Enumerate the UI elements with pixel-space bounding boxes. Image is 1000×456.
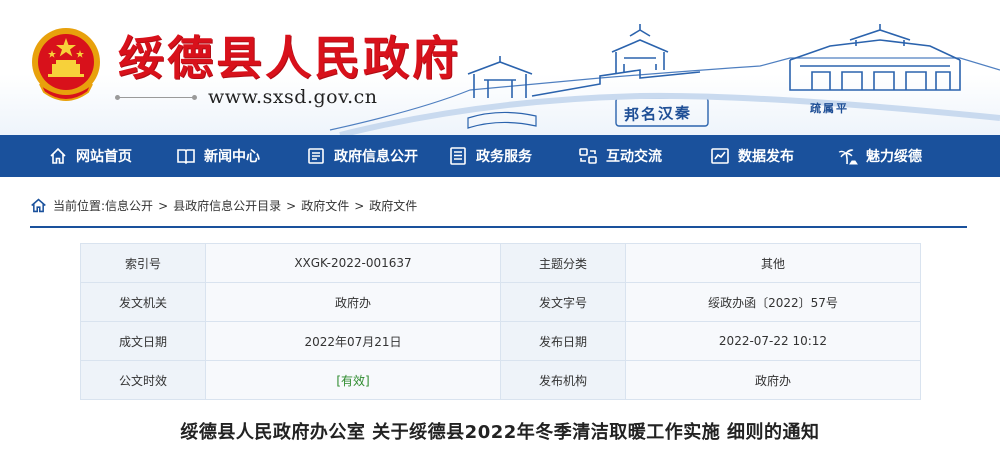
- breadcrumb: 当前位置: 信息公开 > 县政府信息公开目录 > 政府文件 > 政府文件: [30, 198, 967, 228]
- seal-text-left: 邦名汉秦: [623, 103, 693, 125]
- info-key-topic: 主题分类: [500, 243, 626, 283]
- seal-text-right: 疏属平: [810, 102, 849, 115]
- nav-label: 新闻中心: [204, 149, 260, 165]
- breadcrumb-separator: >: [286, 199, 297, 213]
- book-icon: [177, 149, 195, 165]
- nav-label: 政务服务: [476, 149, 532, 165]
- nav-item-interaction[interactable]: 互动交流: [578, 135, 662, 177]
- breadcrumb-item[interactable]: 政府文件: [301, 198, 349, 214]
- nav-item-gov-info[interactable]: 政府信息公开: [306, 135, 418, 177]
- info-key-doc-number: 发文字号: [500, 282, 626, 322]
- nav-label: 互动交流: [606, 149, 662, 165]
- nav-label: 魅力绥德: [866, 149, 922, 165]
- nav-item-services[interactable]: 政务服务: [448, 135, 532, 177]
- info-value-index: XXGK-2022-001637: [205, 243, 501, 283]
- document-info-table: 索引号 XXGK-2022-001637 主题分类 其他 发文机关 政府办 发文…: [80, 243, 921, 400]
- table-row: 成文日期 2022年07月21日 发布日期 2022-07-22 10:12: [80, 321, 921, 361]
- nav-label: 政府信息公开: [334, 149, 418, 165]
- site-url-row: www.sxsd.gov.cn: [115, 86, 378, 108]
- info-value-publish-date: 2022-07-22 10:12: [625, 321, 921, 361]
- breadcrumb-item[interactable]: 信息公开: [105, 198, 153, 214]
- info-value-topic: 其他: [625, 243, 921, 283]
- info-value-validity: [有效]: [205, 360, 501, 400]
- breadcrumb-separator: >: [158, 199, 169, 213]
- national-emblem-icon: [32, 28, 100, 101]
- url-decoration: [115, 94, 197, 100]
- list-icon: [450, 147, 466, 165]
- table-row: 发文机关 政府办 发文字号 绥政办函〔2022〕57号: [80, 282, 921, 322]
- nav-item-charm[interactable]: 魅力绥德: [838, 135, 922, 177]
- site-header: 绥德县人民政府 www.sxsd.gov.cn 邦名汉秦 疏属平: [0, 0, 1000, 135]
- home-icon: [50, 147, 66, 164]
- breadcrumb-item[interactable]: 县政府信息公开目录: [173, 198, 281, 214]
- breadcrumb-prefix: 当前位置:: [53, 199, 106, 213]
- main-nav: 网站首页 新闻中心 政府信息公开 政务服务 互动交流 数据发布 魅力绥德: [0, 135, 1000, 177]
- info-key-issuer: 发文机关: [80, 282, 206, 322]
- info-key-written-date: 成文日期: [80, 321, 206, 361]
- table-row: 公文时效 [有效] 发布机构 政府办: [80, 360, 921, 400]
- site-title: 绥德县人民政府: [118, 31, 461, 85]
- chart-icon: [711, 148, 729, 164]
- nav-item-data[interactable]: 数据发布: [710, 135, 794, 177]
- breadcrumb-separator: >: [354, 199, 365, 213]
- info-key-validity: 公文时效: [80, 360, 206, 400]
- info-key-publish-date: 发布日期: [500, 321, 626, 361]
- info-key-index: 索引号: [80, 243, 206, 283]
- home-icon: [31, 198, 46, 213]
- info-value-publisher: 政府办: [625, 360, 921, 400]
- document-icon: [308, 148, 324, 164]
- info-value-written-date: 2022年07月21日: [205, 321, 501, 361]
- document-title: 绥德县人民政府办公室 关于绥德县2022年冬季清洁取暖工作实施 细则的通知: [180, 422, 820, 443]
- nav-label: 数据发布: [738, 149, 794, 165]
- breadcrumb-item[interactable]: 政府文件: [369, 198, 417, 214]
- palm-tree-icon: [838, 149, 858, 165]
- exchange-icon: [579, 148, 597, 164]
- nav-item-news[interactable]: 新闻中心: [176, 135, 260, 177]
- table-row: 索引号 XXGK-2022-001637 主题分类 其他: [80, 243, 921, 283]
- site-url[interactable]: www.sxsd.gov.cn: [208, 86, 378, 108]
- info-key-publisher: 发布机构: [500, 360, 626, 400]
- info-value-issuer: 政府办: [205, 282, 501, 322]
- nav-label: 网站首页: [76, 149, 132, 165]
- info-value-doc-number: 绥政办函〔2022〕57号: [625, 282, 921, 322]
- nav-item-home[interactable]: 网站首页: [48, 135, 132, 177]
